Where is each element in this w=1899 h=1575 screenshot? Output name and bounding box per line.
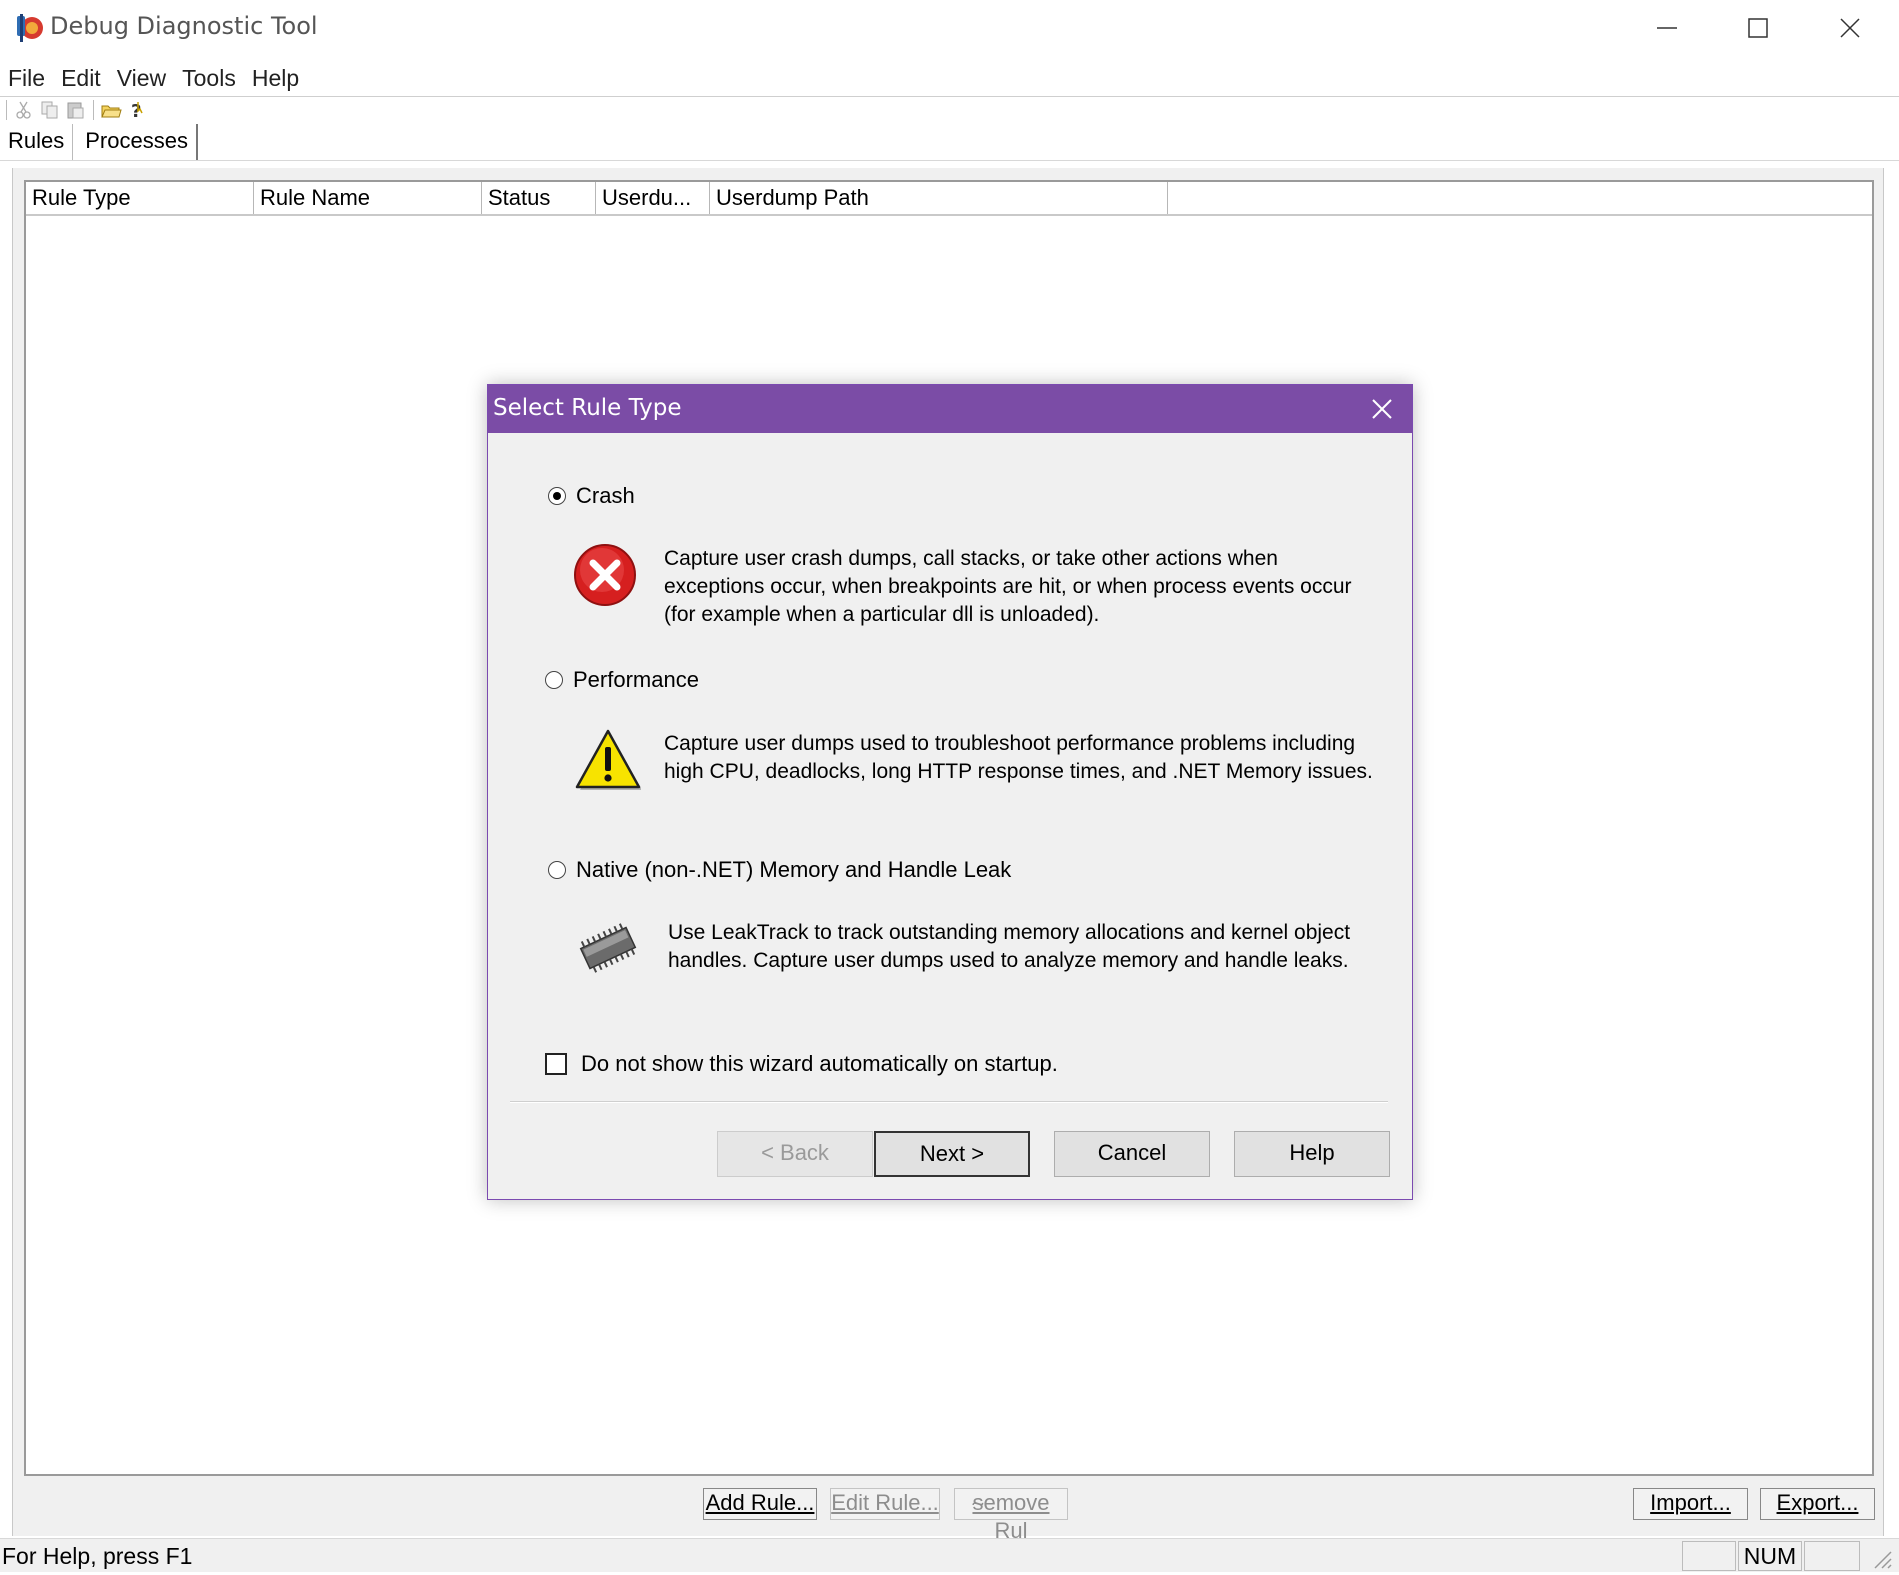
cancel-button[interactable]: Cancel (1054, 1131, 1210, 1177)
title-bar: Debug Diagnostic Tool (0, 0, 1899, 56)
status-pane-caps (1682, 1541, 1736, 1571)
column-header-status[interactable]: Status (482, 182, 596, 214)
cut-icon[interactable] (13, 99, 35, 121)
select-rule-type-dialog: Select Rule Type Crash Capture user cras… (487, 384, 1413, 1200)
dialog-divider (510, 1101, 1388, 1103)
startup-wizard-label: Do not show this wizard automatically on… (581, 1051, 1058, 1076)
performance-description: Capture user dumps used to troubleshoot … (664, 732, 1373, 783)
crash-description: Capture user crash dumps, call stacks, o… (664, 547, 1352, 626)
status-bar: For Help, press F1 NUM (0, 1538, 1899, 1572)
menu-file[interactable]: File (0, 60, 53, 96)
radio-memory-leak-label: Native (non-.NET) Memory and Handle Leak (576, 857, 1012, 882)
column-header-rule-name[interactable]: Rule Name (254, 182, 482, 214)
error-icon (572, 542, 638, 608)
import-button[interactable]: Import... (1633, 1488, 1748, 1520)
window-title: Debug Diagnostic Tool (50, 12, 318, 40)
help-button[interactable]: Help (1234, 1131, 1390, 1177)
tab-rules[interactable]: Rules (0, 124, 74, 160)
status-pane-num: NUM (1738, 1541, 1802, 1571)
toolbar-grip (6, 100, 7, 120)
dialog-close-icon[interactable] (1370, 397, 1394, 421)
radio-memory-leak-button[interactable] (548, 861, 566, 879)
rules-list-header: Rule Type Rule Name Status Userdu... Use… (26, 182, 1872, 216)
toolbar: ? (4, 98, 148, 122)
radio-crash[interactable]: Crash (548, 483, 635, 509)
startup-wizard-checkbox-row[interactable]: Do not show this wizard automatically on… (545, 1051, 1058, 1077)
tab-baseline (0, 160, 1899, 161)
edit-rule-button[interactable]: Edit Rule... (830, 1488, 940, 1520)
app-icon (12, 10, 46, 44)
menu-help[interactable]: Help (244, 60, 307, 96)
open-folder-icon[interactable] (100, 99, 122, 121)
menu-tools[interactable]: Tools (174, 60, 244, 96)
radio-performance-button[interactable] (545, 671, 563, 689)
radio-performance[interactable]: Performance (545, 667, 699, 693)
menu-divider (0, 96, 1899, 97)
dialog-title: Select Rule Type (493, 395, 682, 421)
close-window-button[interactable] (1830, 8, 1870, 48)
resize-grip-icon[interactable] (1867, 1544, 1893, 1570)
toolbar-divider (93, 100, 94, 120)
radio-crash-button[interactable] (548, 487, 566, 505)
column-header-userdump-path[interactable]: Userdump Path (710, 182, 1168, 214)
copy-icon[interactable] (39, 99, 61, 121)
tab-strip: Rules Processes (0, 124, 198, 160)
dialog-title-bar: Select Rule Type (488, 385, 1412, 433)
next-button[interactable]: Next > (874, 1131, 1030, 1177)
menu-edit[interactable]: Edit (53, 60, 109, 96)
startup-wizard-checkbox[interactable] (545, 1053, 567, 1075)
memory-chip-icon (575, 915, 641, 981)
status-pane-scroll (1804, 1541, 1860, 1571)
maximize-button[interactable] (1738, 8, 1778, 48)
status-help-text: For Help, press F1 (2, 1543, 193, 1569)
column-header-userdump-count[interactable]: Userdu... (596, 182, 710, 214)
radio-memory-leak[interactable]: Native (non-.NET) Memory and Handle Leak (548, 857, 1011, 883)
tab-processes[interactable]: Processes (77, 124, 198, 160)
radio-crash-label: Crash (576, 483, 635, 508)
warning-icon (575, 727, 642, 793)
memory-leak-description: Use LeakTrack to track outstanding memor… (668, 921, 1351, 972)
add-rule-button[interactable]: Add Rule... (703, 1488, 817, 1520)
menu-view[interactable]: View (109, 60, 174, 96)
back-button[interactable]: < Back (717, 1131, 873, 1177)
minimize-button[interactable] (1647, 8, 1687, 48)
svg-text:?: ? (131, 101, 141, 121)
remove-rule-button[interactable]: ᵴemove Rul (954, 1488, 1068, 1543)
paste-icon[interactable] (65, 99, 87, 121)
radio-performance-label: Performance (573, 667, 699, 692)
export-button[interactable]: Export... (1760, 1488, 1875, 1520)
menu-bar: File Edit View Tools Help (0, 60, 307, 96)
help-pointer-icon[interactable]: ? (126, 99, 148, 122)
column-header-rule-type[interactable]: Rule Type (26, 182, 254, 214)
